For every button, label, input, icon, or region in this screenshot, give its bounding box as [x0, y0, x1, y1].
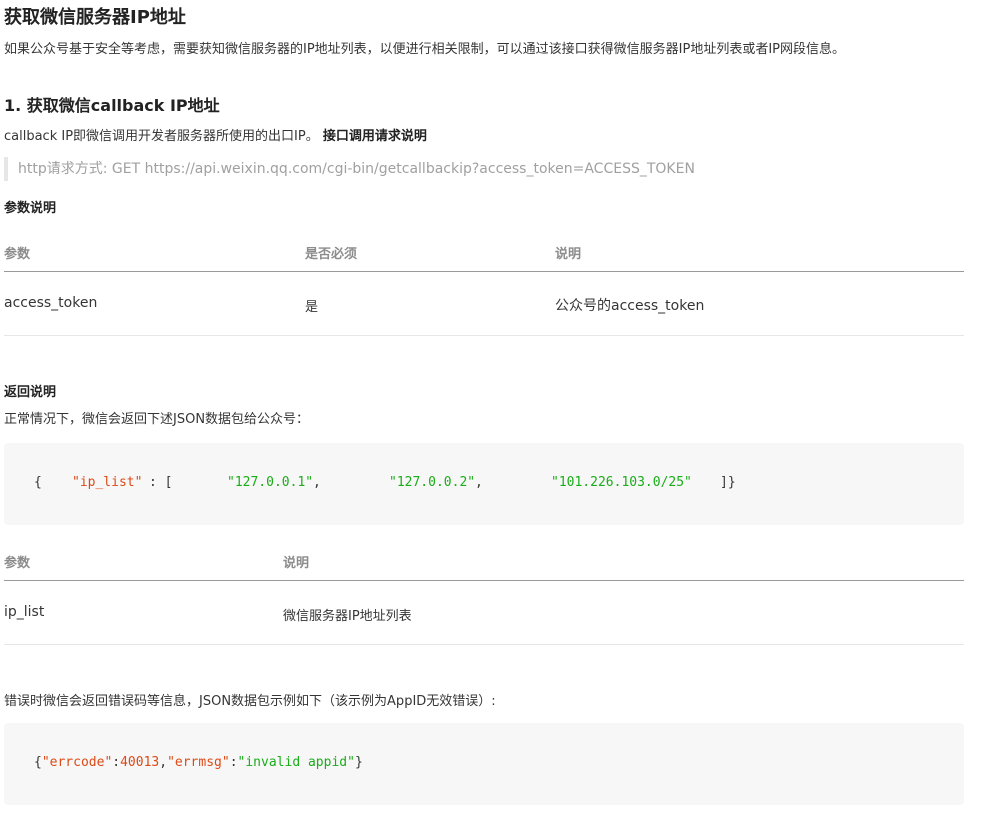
section-heading-callback-ip: 1. 获取微信callback IP地址	[4, 96, 220, 115]
return-cell-name: ip_list	[4, 604, 45, 620]
err-key-errmsg: "errmsg"	[167, 755, 230, 770]
callback-ip-desc-text: callback IP即微信调用开发者服务器所使用的出口IP。	[4, 129, 319, 144]
code-comma-2: ,	[475, 475, 483, 490]
code-ip-1: "127.0.0.1"	[227, 475, 314, 490]
params-header-param: 参数	[4, 247, 31, 262]
error-description: 错误时微信会返回错误码等信息，JSON数据包示例如下（该示例为AppID无效错误…	[4, 694, 496, 709]
err-key-errcode: "errcode"	[41, 755, 113, 770]
code-open-brace: {	[34, 475, 42, 490]
code-colon-bracket: : [	[149, 475, 173, 490]
code-ip-3: "101.226.103.0/25"	[551, 475, 692, 490]
err-value-errcode: 40013	[120, 755, 160, 770]
params-row-divider	[4, 335, 964, 336]
params-cell-name: access_token	[4, 295, 98, 311]
err-comma: ,	[159, 755, 168, 770]
return-header-param: 参数	[4, 556, 31, 571]
callback-ip-description: callback IP即微信调用开发者服务器所使用的出口IP。 接口调用请求说明	[4, 125, 427, 144]
return-header-divider	[4, 580, 964, 581]
err-colon-1: :	[112, 755, 121, 770]
intro-paragraph: 如果公众号基于安全等考虑，需要获知微信服务器的IP地址列表，以便进行相关限制，可…	[4, 42, 846, 57]
return-code-block	[4, 443, 964, 525]
params-heading: 参数说明	[4, 201, 57, 216]
params-cell-required: 是	[305, 300, 319, 315]
params-header-desc: 说明	[555, 247, 582, 262]
err-value-errmsg: "invalid appid"	[237, 755, 355, 770]
err-colon-2: :	[229, 755, 238, 770]
request-blockquote: http请求方式: GET https://api.weixin.qq.com/…	[4, 157, 695, 181]
err-close-brace: }	[354, 755, 363, 770]
request-desc-bold: 接口调用请求说明	[322, 129, 427, 144]
params-header-divider	[4, 271, 964, 272]
code-key-ip-list: "ip_list"	[72, 475, 143, 490]
code-ip-2: "127.0.0.2"	[389, 475, 476, 490]
err-open-brace: {	[34, 755, 42, 770]
return-heading: 返回说明	[4, 385, 57, 400]
return-cell-desc: 微信服务器IP地址列表	[283, 609, 412, 624]
params-cell-desc: 公众号的access_token	[555, 298, 705, 314]
error-code-line: {"errcode":40013,"errmsg":"invalid appid…	[34, 755, 363, 770]
params-header-required: 是否必须	[305, 247, 358, 262]
code-close-brackets: ]}	[720, 475, 736, 490]
return-description: 正常情况下，微信会返回下述JSON数据包给公众号：	[4, 412, 310, 427]
code-comma-1: ,	[313, 475, 321, 490]
page-title: 获取微信服务器IP地址	[4, 7, 186, 28]
return-row-divider	[4, 644, 964, 645]
return-header-desc: 说明	[283, 556, 310, 571]
